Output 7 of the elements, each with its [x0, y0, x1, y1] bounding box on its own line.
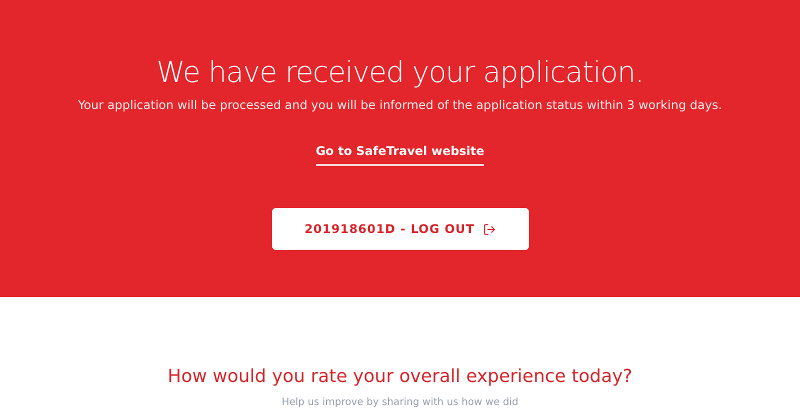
confirmation-message: Your application will be processed and you will be informed of the application status within 3 working days. [78, 97, 722, 114]
logout-button[interactable]: 201918601D - LOG OUT [272, 208, 528, 250]
safetravel-link[interactable]: Go to SafeTravel website [316, 142, 484, 166]
feedback-subtitle: Help us improve by sharing with us how we did [282, 396, 518, 410]
feedback-heading: How would you rate your overall experience today? [168, 365, 632, 389]
confirmation-heading: We have received your application. [156, 54, 644, 91]
logout-icon [482, 222, 496, 236]
